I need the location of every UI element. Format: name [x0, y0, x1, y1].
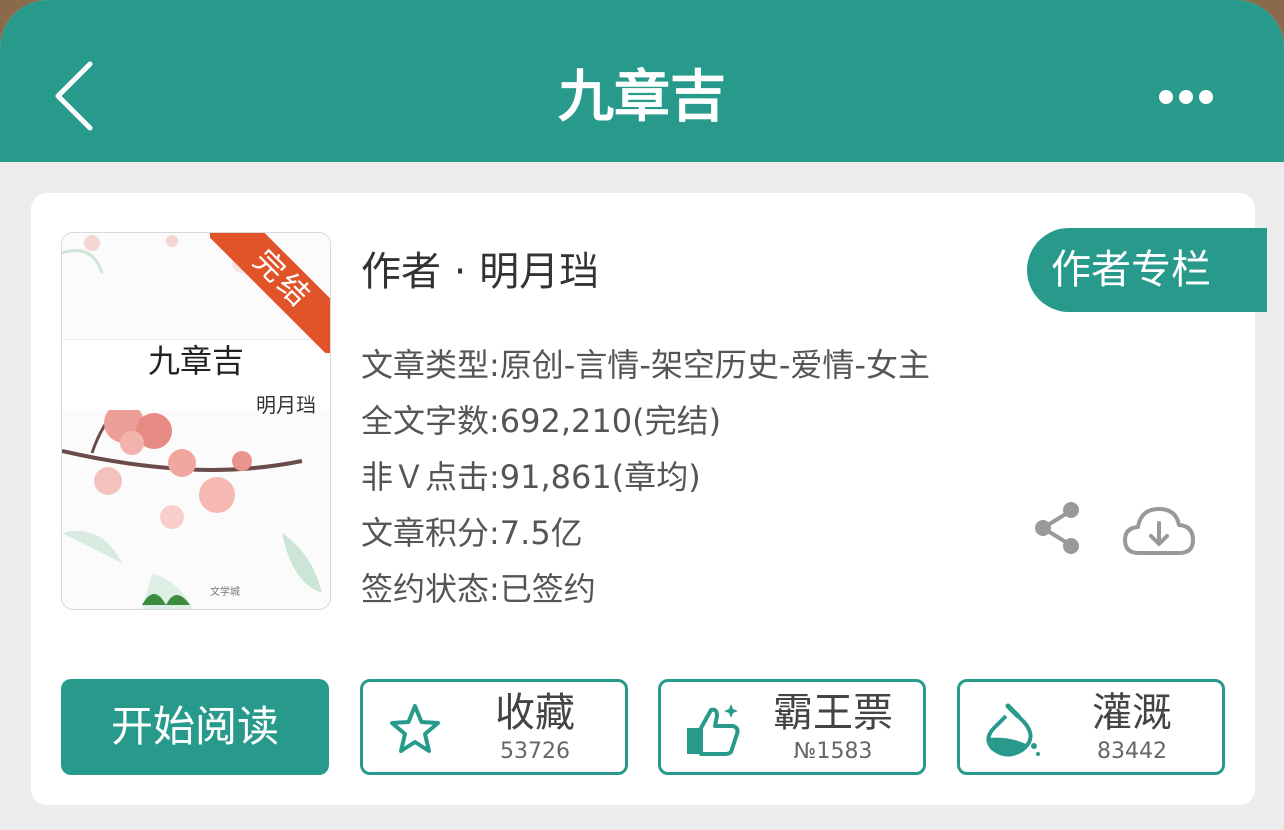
start-reading-button[interactable]: 开始阅读	[61, 679, 329, 775]
vote-count: №1583	[793, 739, 873, 764]
cover-author: 明月珰	[256, 393, 316, 417]
cloud-download-icon	[1123, 507, 1195, 555]
share-button[interactable]	[1031, 500, 1083, 556]
page-title: 九章吉	[558, 65, 726, 130]
info-sign-status: 签约状态:已签约	[361, 570, 596, 608]
nav-bar: 九章吉	[0, 0, 1284, 162]
book-cover[interactable]: 九章吉 明月珰 完结 文学城	[61, 232, 331, 610]
app-screen: 九章吉 九章吉 明月珰 完结 文学城 作者 · 明月珰 作者专栏 文章类型:原创…	[0, 0, 1284, 830]
more-button[interactable]	[1150, 82, 1224, 112]
vote-button[interactable]: 霸王票 №1583	[658, 679, 926, 775]
author-name[interactable]: 作者 · 明月珰	[361, 247, 599, 297]
more-dots-icon	[1159, 90, 1213, 104]
star-icon	[390, 704, 440, 753]
status-ribbon: 完结	[210, 233, 330, 353]
book-info-list: 文章类型:原创-言情-架空历史-爱情-女主 全文字数:692,210(完结) 非…	[361, 337, 930, 617]
thumbs-up-icon	[687, 704, 740, 756]
flask-icon	[986, 703, 1040, 757]
vote-label: 霸王票	[773, 690, 893, 736]
book-info-card: 九章吉 明月珰 完结 文学城 作者 · 明月珰 作者专栏 文章类型:原创-言情-…	[31, 193, 1267, 805]
collect-label: 收藏	[495, 690, 575, 736]
share-icon	[1035, 502, 1079, 554]
publisher-logo-text: 文学城	[210, 587, 240, 598]
status-ribbon-label: 完结	[210, 233, 330, 353]
info-word-count: 全文字数:692,210(完结)	[361, 402, 722, 440]
info-clicks: 非Ｖ点击:91,861(章均)	[361, 458, 701, 496]
nutrient-label: 灌溉	[1092, 690, 1172, 736]
download-button[interactable]	[1121, 503, 1197, 559]
nutrient-button[interactable]: 灌溉 83442	[957, 679, 1225, 775]
nutrient-count: 83442	[1097, 739, 1167, 764]
collect-count: 53726	[500, 739, 570, 764]
author-column-button[interactable]: 作者专栏	[1027, 228, 1267, 312]
collect-button[interactable]: 收藏 53726	[360, 679, 628, 775]
info-score: 文章积分:7.5亿	[361, 514, 583, 552]
info-article-type: 文章类型:原创-言情-架空历史-爱情-女主	[361, 346, 930, 384]
